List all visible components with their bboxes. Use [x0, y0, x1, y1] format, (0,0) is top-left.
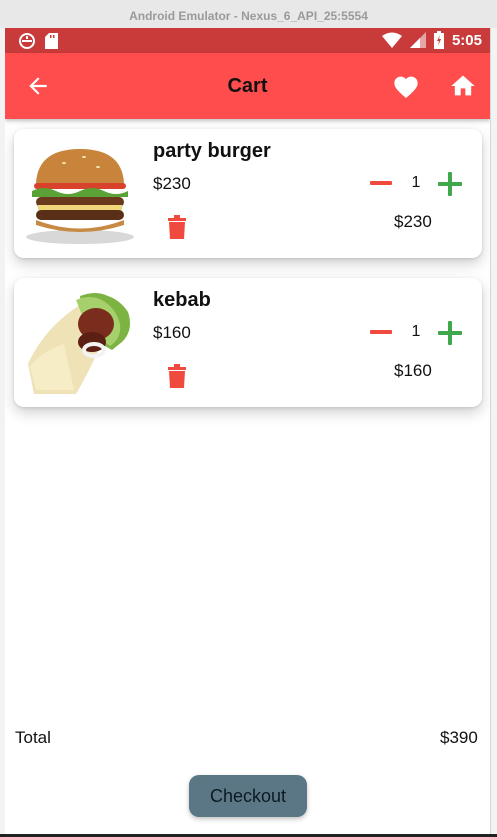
item-name: party burger [153, 140, 271, 162]
increase-quantity-button[interactable] [438, 172, 462, 196]
heart-icon[interactable] [392, 73, 420, 99]
trash-icon[interactable] [166, 215, 188, 239]
sd-card-icon [45, 33, 58, 49]
item-price: $230 [153, 174, 191, 193]
app-bar: Cart [5, 53, 490, 119]
decrease-quantity-button[interactable] [366, 171, 396, 195]
total-value: $390 [440, 728, 478, 747]
status-bar: 5:05 [5, 28, 490, 53]
cart-item: kebab $160 1 $160 [14, 278, 482, 407]
trash-icon[interactable] [166, 364, 188, 388]
emulator-frame-right [490, 28, 497, 837]
wifi-icon [381, 32, 402, 48]
emulator-title-bar: Android Emulator - Nexus_6_API_25:5554 [0, 0, 497, 29]
item-subtotal: $160 [394, 361, 432, 380]
status-time: 5:05 [451, 31, 482, 49]
cart-item: party burger $230 1 $230 [14, 129, 482, 258]
battery-icon [433, 31, 444, 49]
sync-icon [19, 33, 35, 49]
burger-image [26, 149, 134, 244]
increase-quantity-button[interactable] [438, 321, 462, 345]
minus-icon [370, 330, 392, 334]
item-quantity: 1 [411, 174, 421, 191]
signal-icon [409, 32, 426, 48]
device-screen: 5:05 Cart party burger $230 1 $230 kebab… [5, 28, 490, 834]
emulator-title: Android Emulator - Nexus_6_API_25:5554 [129, 9, 368, 23]
item-name: kebab [153, 289, 211, 311]
total-label: Total [15, 728, 51, 747]
item-price: $160 [153, 323, 191, 342]
home-icon[interactable] [449, 72, 477, 100]
item-quantity: 1 [411, 323, 421, 340]
checkout-button[interactable]: Checkout [189, 775, 307, 817]
minus-icon [370, 181, 392, 185]
decrease-quantity-button[interactable] [366, 320, 396, 344]
item-subtotal: $230 [394, 212, 432, 231]
kebab-wrap-image [28, 293, 130, 394]
